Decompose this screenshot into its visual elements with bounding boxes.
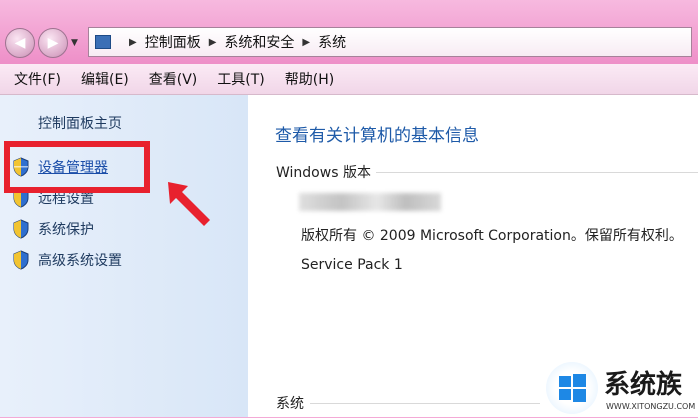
page-title: 查看有关计算机的基本信息 (275, 126, 479, 146)
menu-help[interactable]: 帮助(H) (285, 69, 334, 89)
forward-button[interactable]: ▶ (38, 28, 68, 58)
watermark-url: WWW.XITONGZU.COM (606, 402, 696, 411)
shield-icon (13, 250, 29, 270)
shield-icon (13, 219, 29, 239)
annotation-arrow-icon (168, 182, 210, 226)
arrow-left-icon: ◀ (14, 35, 26, 51)
sidebar-home-link[interactable]: 控制面板主页 (38, 113, 122, 133)
windows-edition-heading: Windows 版本 (276, 165, 371, 181)
back-button[interactable]: ◀ (5, 28, 35, 58)
breadcrumb-item-control-panel[interactable]: 控制面板 (145, 32, 201, 52)
control-panel-icon (95, 35, 111, 49)
windows-logo-icon (546, 362, 598, 414)
menu-file[interactable]: 文件(F) (14, 69, 61, 89)
breadcrumb-item-system-security[interactable]: 系统和安全 (224, 32, 294, 52)
address-bar[interactable]: ▶ 控制面板 ▶ 系统和安全 ▶ 系统 (88, 27, 692, 57)
breadcrumb-item-system[interactable]: 系统 (318, 32, 346, 52)
sidebar-item-advanced-settings[interactable]: 高级系统设置 (12, 250, 122, 270)
watermark: 系统族 WWW.XITONGZU.COM (546, 362, 696, 417)
section-divider (376, 172, 698, 173)
edition-name-blurred (299, 193, 441, 211)
highlight-box (4, 141, 150, 193)
sidebar-item-label: 高级系统设置 (38, 253, 122, 269)
watermark-brand: 系统族 (604, 370, 683, 400)
menu-tools[interactable]: 工具(T) (217, 69, 264, 89)
breadcrumb-chevron-icon[interactable]: ▶ (209, 37, 217, 48)
section-divider (310, 403, 540, 404)
service-pack-text: Service Pack 1 (301, 257, 403, 273)
arrow-right-icon: ▶ (47, 35, 59, 51)
menu-view[interactable]: 查看(V) (149, 69, 198, 89)
system-section-heading: 系统 (276, 396, 304, 412)
menu-bar: 文件(F) 编辑(E) 查看(V) 工具(T) 帮助(H) (0, 64, 698, 95)
copyright-text: 版权所有 © 2009 Microsoft Corporation。保留所有权利… (301, 228, 683, 244)
breadcrumb-chevron-icon[interactable]: ▶ (129, 37, 137, 48)
breadcrumb-chevron-icon[interactable]: ▶ (302, 37, 310, 48)
sidebar-item-system-protection[interactable]: 系统保护 (12, 219, 94, 239)
sidebar-item-label: 系统保护 (38, 222, 94, 238)
menu-edit[interactable]: 编辑(E) (81, 69, 129, 89)
recent-pages-dropdown[interactable]: ▼ (71, 38, 78, 48)
